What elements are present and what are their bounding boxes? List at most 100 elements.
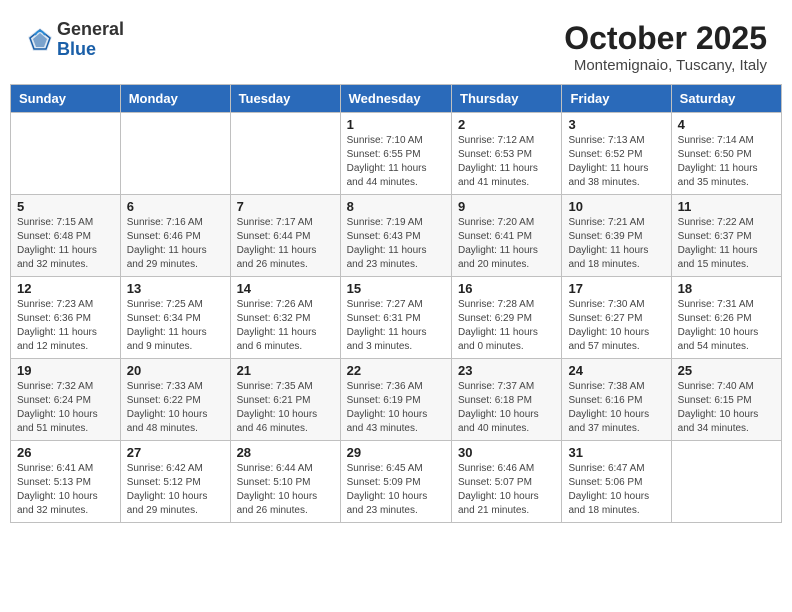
location-text: Montemignaio, Tuscany, Italy [564, 57, 767, 74]
day-info: Sunrise: 7:20 AM Sunset: 6:41 PM Dayligh… [458, 216, 555, 272]
title-area: October 2025 Montemignaio, Tuscany, Ital… [564, 20, 767, 74]
calendar-header-row: SundayMondayTuesdayWednesdayThursdayFrid… [11, 85, 782, 113]
calendar-cell: 8Sunrise: 7:19 AM Sunset: 6:43 PM Daylig… [340, 195, 451, 277]
day-info: Sunrise: 7:36 AM Sunset: 6:19 PM Dayligh… [347, 380, 445, 436]
day-number: 21 [237, 363, 334, 378]
calendar-cell: 11Sunrise: 7:22 AM Sunset: 6:37 PM Dayli… [671, 195, 781, 277]
day-info: Sunrise: 7:12 AM Sunset: 6:53 PM Dayligh… [458, 134, 555, 190]
day-number: 1 [347, 117, 445, 132]
calendar-cell: 9 Sunrise: 7:20 AM Sunset: 6:41 PM Daylig… [452, 195, 562, 277]
day-info: Sunrise: 7:25 AM Sunset: 6:34 PM Dayligh… [127, 298, 224, 354]
day-number: 30 [458, 445, 555, 460]
calendar-cell: 21 Sunrise: 7:35 AM Sunset: 6:21 PM Dayli… [230, 359, 340, 441]
day-number: 17 [568, 281, 664, 296]
calendar-week-row: 26 Sunrise: 6:41 AM Sunset: 5:13 PM Dayli… [11, 441, 782, 523]
day-number: 28 [237, 445, 334, 460]
calendar-cell: 5 Sunrise: 7:15 AM Sunset: 6:48 PM Daylig… [11, 195, 121, 277]
day-info: Sunrise: 6:45 AM Sunset: 5:09 PM Dayligh… [347, 462, 445, 518]
calendar-cell: 17 Sunrise: 7:30 AM Sunset: 6:27 PM Dayli… [562, 277, 671, 359]
day-number: 27 [127, 445, 224, 460]
day-info: Sunrise: 7:40 AM Sunset: 6:15 PM Dayligh… [678, 380, 775, 436]
day-number: 2 [458, 117, 555, 132]
calendar-cell: 31 Sunrise: 6:47 AM Sunset: 5:06 PM Dayli… [562, 441, 671, 523]
day-number: 13 [127, 281, 224, 296]
calendar-week-row: 12 Sunrise: 7:23 AM Sunset: 6:36 PM Dayli… [11, 277, 782, 359]
day-number: 5 [17, 199, 114, 214]
logo-general-text: General [57, 20, 124, 40]
day-info: Sunrise: 7:35 AM Sunset: 6:21 PM Dayligh… [237, 380, 334, 436]
calendar-cell: 26 Sunrise: 6:41 AM Sunset: 5:13 PM Dayli… [11, 441, 121, 523]
day-of-week-header: Monday [120, 85, 230, 113]
calendar-cell: 3 Sunrise: 7:13 AM Sunset: 6:52 PM Daylig… [562, 113, 671, 195]
calendar-cell: 13 Sunrise: 7:25 AM Sunset: 6:34 PM Dayli… [120, 277, 230, 359]
day-number: 9 [458, 199, 555, 214]
day-info: Sunrise: 6:41 AM Sunset: 5:13 PM Dayligh… [17, 462, 114, 518]
day-number: 23 [458, 363, 555, 378]
day-of-week-header: Tuesday [230, 85, 340, 113]
calendar-cell [11, 113, 121, 195]
day-info: Sunrise: 7:27 AM Sunset: 6:31 PM Dayligh… [347, 298, 445, 354]
calendar-cell: 4 Sunrise: 7:14 AM Sunset: 6:50 PM Daylig… [671, 113, 781, 195]
day-number: 22 [347, 363, 445, 378]
day-number: 10 [568, 199, 664, 214]
calendar-cell: 22 Sunrise: 7:36 AM Sunset: 6:19 PM Dayli… [340, 359, 451, 441]
day-number: 19 [17, 363, 114, 378]
day-number: 25 [678, 363, 775, 378]
day-number: 26 [17, 445, 114, 460]
day-info: Sunrise: 7:19 AM Sunset: 6:43 PM Dayligh… [347, 216, 445, 272]
header: General Blue October 2025 Montemignaio, … [10, 10, 782, 79]
day-info: Sunrise: 7:15 AM Sunset: 6:48 PM Dayligh… [17, 216, 114, 272]
calendar-cell: 30Sunrise: 6:46 AM Sunset: 5:07 PM Dayli… [452, 441, 562, 523]
calendar-cell: 25 Sunrise: 7:40 AM Sunset: 6:15 PM Dayli… [671, 359, 781, 441]
calendar-cell: 16Sunrise: 7:28 AM Sunset: 6:29 PM Dayli… [452, 277, 562, 359]
calendar-week-row: 1Sunrise: 7:10 AM Sunset: 6:55 PM Daylig… [11, 113, 782, 195]
day-number: 4 [678, 117, 775, 132]
calendar-week-row: 19 Sunrise: 7:32 AM Sunset: 6:24 PM Dayli… [11, 359, 782, 441]
calendar-cell [120, 113, 230, 195]
calendar-cell [230, 113, 340, 195]
day-info: Sunrise: 6:47 AM Sunset: 5:06 PM Dayligh… [568, 462, 664, 518]
calendar-cell: 10 Sunrise: 7:21 AM Sunset: 6:39 PM Dayli… [562, 195, 671, 277]
calendar-cell: 18 Sunrise: 7:31 AM Sunset: 6:26 PM Dayli… [671, 277, 781, 359]
day-number: 29 [347, 445, 445, 460]
calendar-cell: 27 Sunrise: 6:42 AM Sunset: 5:12 PM Dayli… [120, 441, 230, 523]
day-number: 12 [17, 281, 114, 296]
day-number: 11 [678, 199, 775, 214]
calendar-cell: 19 Sunrise: 7:32 AM Sunset: 6:24 PM Dayli… [11, 359, 121, 441]
day-number: 31 [568, 445, 664, 460]
day-number: 24 [568, 363, 664, 378]
calendar-cell: 1Sunrise: 7:10 AM Sunset: 6:55 PM Daylig… [340, 113, 451, 195]
day-of-week-header: Saturday [671, 85, 781, 113]
day-of-week-header: Sunday [11, 85, 121, 113]
day-info: Sunrise: 6:42 AM Sunset: 5:12 PM Dayligh… [127, 462, 224, 518]
day-info: Sunrise: 7:17 AM Sunset: 6:44 PM Dayligh… [237, 216, 334, 272]
day-info: Sunrise: 7:38 AM Sunset: 6:16 PM Dayligh… [568, 380, 664, 436]
day-number: 3 [568, 117, 664, 132]
day-info: Sunrise: 7:13 AM Sunset: 6:52 PM Dayligh… [568, 134, 664, 190]
day-number: 6 [127, 199, 224, 214]
calendar-cell: 24 Sunrise: 7:38 AM Sunset: 6:16 PM Dayli… [562, 359, 671, 441]
day-info: Sunrise: 7:32 AM Sunset: 6:24 PM Dayligh… [17, 380, 114, 436]
day-info: Sunrise: 7:23 AM Sunset: 6:36 PM Dayligh… [17, 298, 114, 354]
day-info: Sunrise: 7:26 AM Sunset: 6:32 PM Dayligh… [237, 298, 334, 354]
day-number: 14 [237, 281, 334, 296]
calendar: SundayMondayTuesdayWednesdayThursdayFrid… [10, 84, 782, 523]
logo-blue-text: Blue [57, 40, 124, 60]
day-info: Sunrise: 7:21 AM Sunset: 6:39 PM Dayligh… [568, 216, 664, 272]
month-title: October 2025 [564, 20, 767, 57]
day-info: Sunrise: 7:31 AM Sunset: 6:26 PM Dayligh… [678, 298, 775, 354]
day-number: 7 [237, 199, 334, 214]
day-info: Sunrise: 7:37 AM Sunset: 6:18 PM Dayligh… [458, 380, 555, 436]
calendar-cell [671, 441, 781, 523]
day-info: Sunrise: 7:30 AM Sunset: 6:27 PM Dayligh… [568, 298, 664, 354]
day-number: 18 [678, 281, 775, 296]
calendar-cell: 28 Sunrise: 6:44 AM Sunset: 5:10 PM Dayli… [230, 441, 340, 523]
calendar-week-row: 5 Sunrise: 7:15 AM Sunset: 6:48 PM Daylig… [11, 195, 782, 277]
calendar-cell: 6Sunrise: 7:16 AM Sunset: 6:46 PM Daylig… [120, 195, 230, 277]
day-of-week-header: Friday [562, 85, 671, 113]
calendar-cell: 2 Sunrise: 7:12 AM Sunset: 6:53 PM Daylig… [452, 113, 562, 195]
day-info: Sunrise: 7:14 AM Sunset: 6:50 PM Dayligh… [678, 134, 775, 190]
day-number: 20 [127, 363, 224, 378]
day-info: Sunrise: 6:44 AM Sunset: 5:10 PM Dayligh… [237, 462, 334, 518]
calendar-cell: 23 Sunrise: 7:37 AM Sunset: 6:18 PM Dayli… [452, 359, 562, 441]
